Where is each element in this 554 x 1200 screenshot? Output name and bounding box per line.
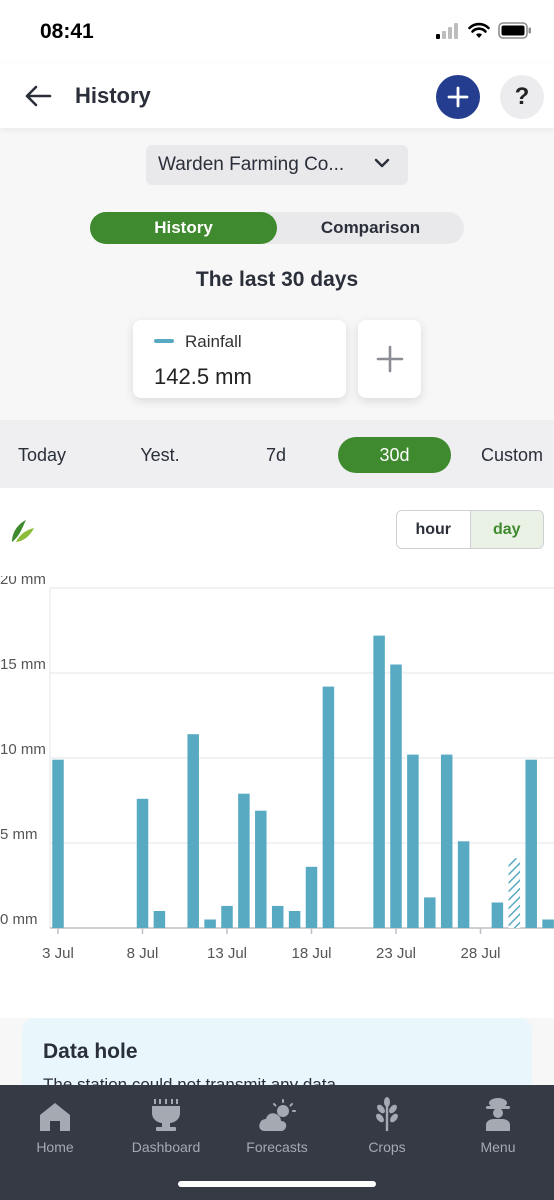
plus-icon [447, 86, 469, 108]
tab-home[interactable]: Home [0, 1095, 110, 1155]
wifi-icon [468, 22, 490, 38]
range-custom[interactable]: Custom [470, 437, 554, 473]
rainfall-bar-estimated [508, 858, 521, 928]
rainfall-bar [187, 734, 199, 928]
metric-card-rainfall[interactable]: Rainfall 142.5 mm [133, 320, 346, 398]
back-button[interactable] [20, 78, 56, 114]
home-icon [40, 1103, 70, 1131]
add-metric-button[interactable] [358, 320, 421, 398]
y-tick-label: 0 mm [0, 911, 38, 928]
tab-comparison[interactable]: Comparison [277, 212, 464, 244]
status-time: 08:41 [40, 20, 94, 43]
tab-dashboard-label: Dashboard [131, 1139, 201, 1155]
chart-panel: hour day 0 mm 5 mm 10 mm 15 mm 20 mm 3 Jul 8 J… [0, 488, 554, 1018]
add-button[interactable] [436, 75, 480, 119]
range-7d[interactable]: 7d [238, 437, 314, 473]
range-30d[interactable]: 30d [338, 437, 451, 473]
period-title: The last 30 days [195, 268, 359, 291]
granularity-day[interactable]: day [469, 511, 543, 548]
weather-icon [259, 1099, 296, 1131]
tab-dashboard[interactable]: Dashboard [111, 1095, 221, 1155]
rainfall-bar [238, 793, 250, 928]
crops-icon [376, 1097, 398, 1131]
tab-forecasts[interactable]: Forecasts [222, 1095, 332, 1155]
x-tick-label: 18 Jul [291, 945, 331, 962]
y-tick-label: 5 mm [0, 826, 38, 843]
app-header: History ? [0, 64, 554, 128]
rainfall-bar [424, 897, 436, 928]
battery-icon [498, 22, 531, 39]
question-mark-icon: ? [514, 83, 530, 110]
home-indicator [178, 1181, 376, 1187]
tab-history[interactable]: History [90, 212, 277, 244]
rainfall-bar [204, 919, 216, 928]
rainfall-bar [322, 686, 335, 928]
rainfall-bar [136, 798, 149, 928]
rainfall-bar [457, 841, 470, 928]
brand-leaf-logo-icon [12, 520, 34, 542]
dashboard-icon [152, 1099, 180, 1131]
range-today[interactable]: Today [4, 437, 80, 473]
metric-label: Rainfall [185, 332, 242, 351]
tab-menu[interactable]: Menu [443, 1095, 553, 1155]
tab-home-label: Home [36, 1139, 74, 1155]
rainfall-bar [153, 911, 166, 928]
help-button[interactable]: ? [500, 75, 544, 119]
metric-value: 142.5 mm [154, 364, 252, 389]
chevron-down-icon [374, 158, 390, 168]
rainfall-bar [305, 866, 318, 928]
rainfall-bar [271, 905, 284, 928]
rainfall-bar-chart: 0 mm 5 mm 10 mm 15 mm 20 mm 3 Jul 8 Jul 13 Jul 1… [0, 576, 554, 962]
tab-menu-label: Menu [480, 1139, 516, 1155]
rainfall-bar [525, 759, 537, 928]
arrow-left-icon [25, 85, 52, 107]
status-icons [436, 22, 532, 39]
plus-icon [376, 345, 403, 373]
time-range-bar: Today Yest. 7d 30d Custom [0, 420, 554, 488]
station-select[interactable]: Warden Farming Co... [146, 145, 408, 185]
x-tick-label: 13 Jul [207, 945, 247, 962]
series-color-swatch [154, 339, 174, 343]
rainfall-bar [373, 635, 385, 928]
rainfall-bar [221, 905, 233, 928]
cellular-signal-icon [436, 22, 458, 39]
granularity-toggle: hour day [396, 510, 544, 549]
range-yesterday[interactable]: Yest. [122, 437, 198, 473]
info-card-title: Data hole [43, 1040, 138, 1063]
x-tick-label: 3 Jul [42, 945, 74, 962]
x-tick-label: 8 Jul [127, 945, 159, 962]
rainfall-bar [440, 754, 453, 928]
tab-crops[interactable]: Crops [332, 1095, 442, 1155]
rainfall-bar [255, 810, 267, 928]
granularity-hour[interactable]: hour [397, 511, 470, 548]
station-select-value: Warden Farming Co... [158, 154, 345, 175]
tab-crops-label: Crops [368, 1139, 406, 1155]
rainfall-bar [288, 911, 301, 928]
rainfall-bar [542, 919, 554, 928]
x-tick-label: 23 Jul [376, 945, 416, 962]
y-tick-label: 15 mm [0, 656, 46, 673]
tab-forecasts-label: Forecasts [246, 1139, 308, 1155]
y-tick-label: 10 mm [0, 741, 46, 758]
rainfall-bar [52, 759, 64, 928]
user-icon [486, 1098, 510, 1131]
x-tick-label: 28 Jul [460, 945, 500, 962]
y-tick-label: 20 mm [0, 576, 46, 588]
rainfall-bar [491, 902, 504, 928]
page-title: History [75, 83, 151, 108]
rainfall-bar [390, 664, 402, 928]
rainfall-bar [407, 754, 419, 928]
mode-segmented-control: History Comparison [90, 212, 464, 244]
status-bar: 08:41 [0, 0, 554, 64]
